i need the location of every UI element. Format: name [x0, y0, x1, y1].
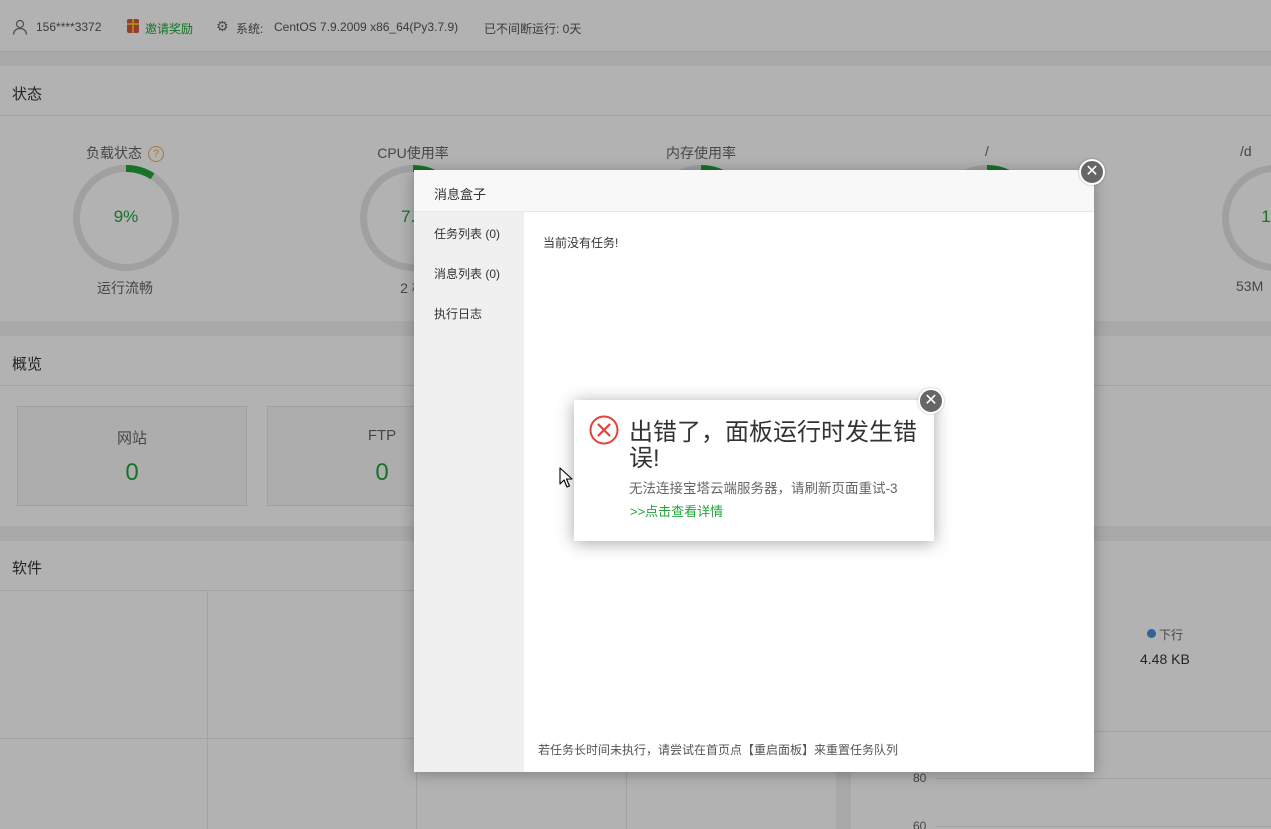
message-box-sidebar: 任务列表 (0) 消息列表 (0) 执行日志: [414, 212, 524, 772]
close-message-box-button[interactable]: ✕: [1079, 159, 1105, 185]
tab-exec-log[interactable]: 执行日志: [434, 305, 482, 322]
error-dialog: 出错了，面板运行时发生错误! 无法连接宝塔云端服务器，请刷新页面重试-3 >>点…: [574, 400, 934, 541]
error-details-link[interactable]: >>点击查看详情: [630, 501, 723, 520]
error-icon: [589, 415, 619, 445]
close-error-button[interactable]: ✕: [918, 388, 944, 414]
mouse-cursor-icon: [559, 467, 573, 488]
error-message: 无法连接宝塔云端服务器，请刷新页面重试-3: [629, 481, 898, 496]
task-footer-hint: 若任务长时间未执行，请尝试在首页点【重启面板】来重置任务队列: [538, 743, 899, 757]
empty-task-text: 当前没有任务!: [543, 236, 619, 250]
message-box-title: 消息盒子: [414, 170, 1094, 212]
tab-message-list[interactable]: 消息列表 (0): [434, 265, 500, 282]
error-title: 出错了，面板运行时发生错误!: [629, 419, 917, 472]
tab-task-list[interactable]: 任务列表 (0): [434, 225, 500, 242]
